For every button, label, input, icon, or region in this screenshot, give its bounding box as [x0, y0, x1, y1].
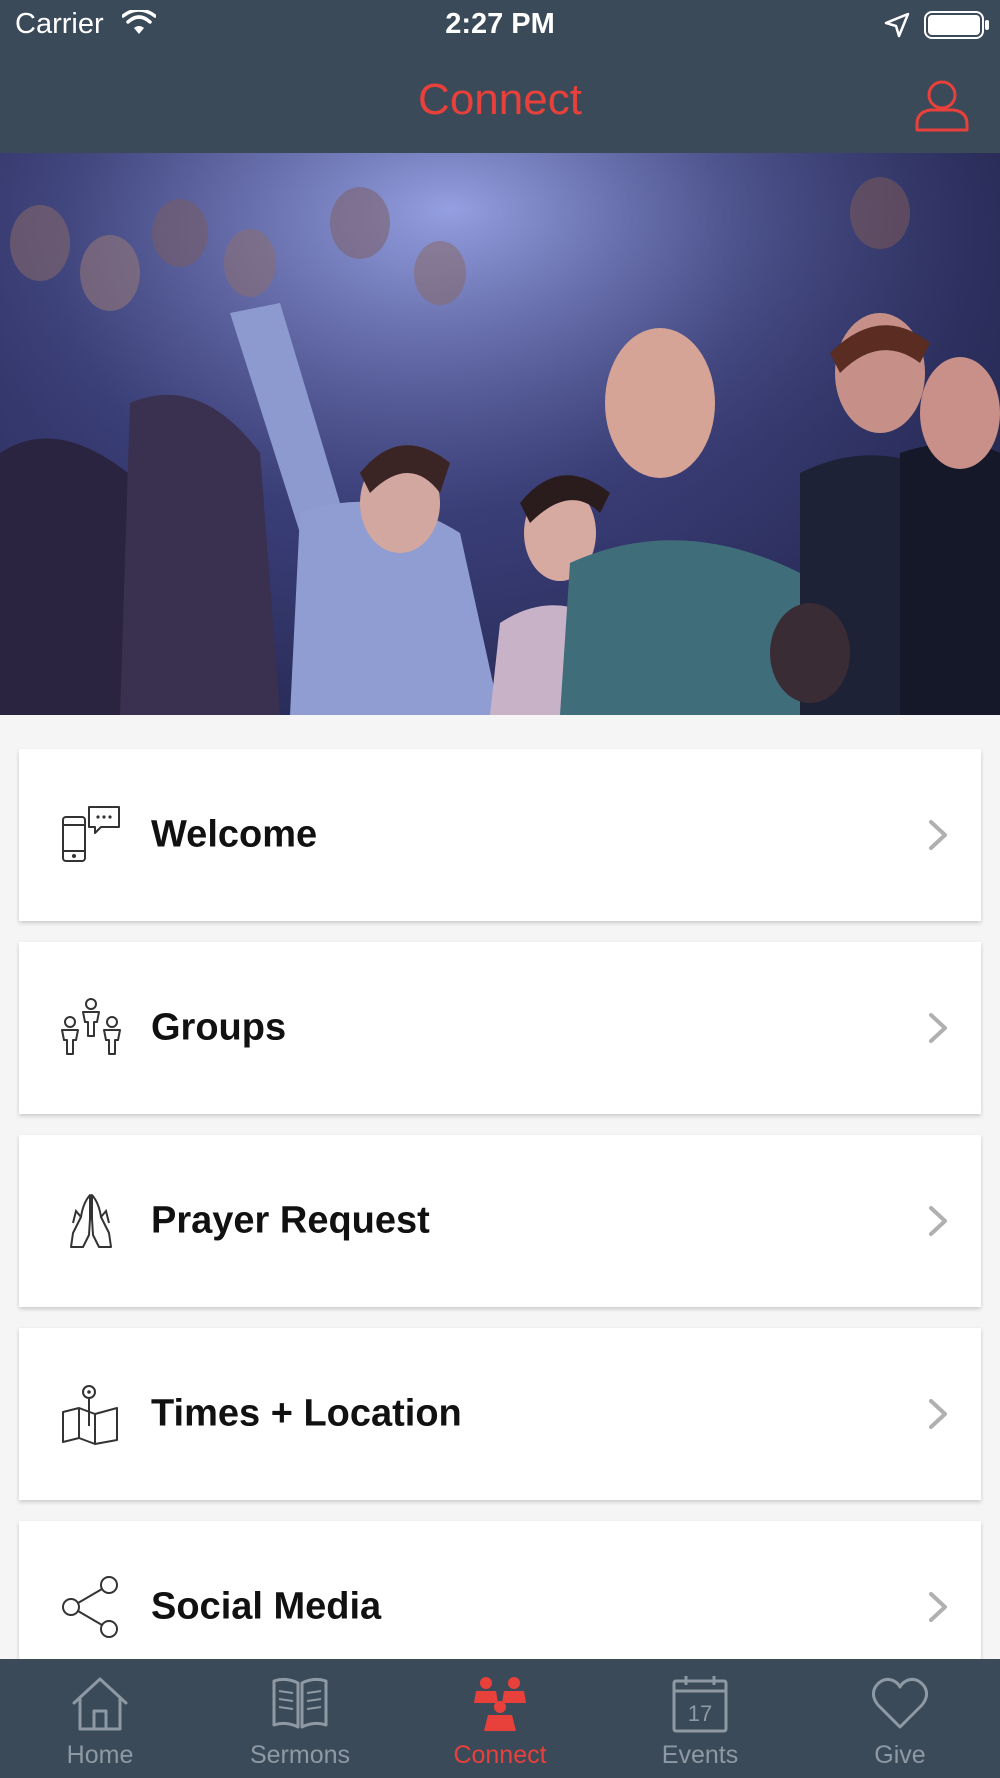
chevron-right-icon: [929, 1592, 947, 1622]
chevron-right-icon: [929, 1399, 947, 1429]
chevron-right-icon: [929, 1013, 947, 1043]
tab-label: Give: [874, 1741, 926, 1769]
menu-item-label: Times + Location: [151, 1392, 462, 1435]
heart-icon: [871, 1677, 929, 1729]
phone-chat-icon: [62, 806, 120, 862]
tab-label: Events: [661, 1741, 739, 1769]
menu-item-label: Groups: [151, 1006, 287, 1049]
tab-home[interactable]: Home: [0, 1659, 200, 1778]
menu-item-welcome[interactable]: Welcome: [19, 749, 981, 921]
calendar-icon: 17: [672, 1676, 728, 1733]
book-icon: [272, 1677, 328, 1729]
menu-item-label: Prayer Request: [151, 1199, 430, 1242]
menu-item-groups[interactable]: Groups: [19, 942, 981, 1114]
praying-hands-icon: [70, 1194, 112, 1248]
tab-events[interactable]: 17 Events: [600, 1659, 800, 1778]
status-time: 2:27 PM: [445, 8, 555, 40]
hero-image: [0, 153, 1000, 715]
location-arrow-icon: [884, 12, 910, 38]
home-icon: [72, 1677, 128, 1731]
page-title: Connect: [418, 75, 582, 124]
tab-label: Sermons: [249, 1741, 351, 1769]
people-icon: [474, 1677, 526, 1731]
header: Carrier 2:27 PM Connect: [0, 0, 1000, 153]
tab-label: Home: [66, 1741, 134, 1769]
battery-icon: [924, 11, 989, 39]
menu-item-label: Social Media: [151, 1585, 382, 1628]
worship-crowd-photo: [0, 153, 1000, 715]
profile-icon[interactable]: [914, 78, 970, 132]
menu-item-times-location[interactable]: Times + Location: [19, 1328, 981, 1500]
share-icon: [62, 1576, 118, 1638]
chevron-right-icon: [929, 820, 947, 850]
menu-item-label: Welcome: [151, 813, 318, 856]
menu-item-prayer-request[interactable]: Prayer Request: [19, 1135, 981, 1307]
tab-sermons[interactable]: Sermons: [200, 1659, 400, 1778]
map-pin-icon: [62, 1385, 118, 1445]
tab-connect[interactable]: Connect: [400, 1659, 600, 1778]
group-people-icon: [61, 998, 121, 1055]
calendar-day: 17: [688, 1701, 712, 1726]
tab-bar: Home Sermons Connect 17 Events Give: [0, 1659, 1000, 1778]
tab-label: Connect: [453, 1741, 547, 1769]
tab-give[interactable]: Give: [800, 1659, 1000, 1778]
chevron-right-icon: [929, 1206, 947, 1236]
status-bar: Carrier 2:27 PM: [0, 0, 1000, 50]
